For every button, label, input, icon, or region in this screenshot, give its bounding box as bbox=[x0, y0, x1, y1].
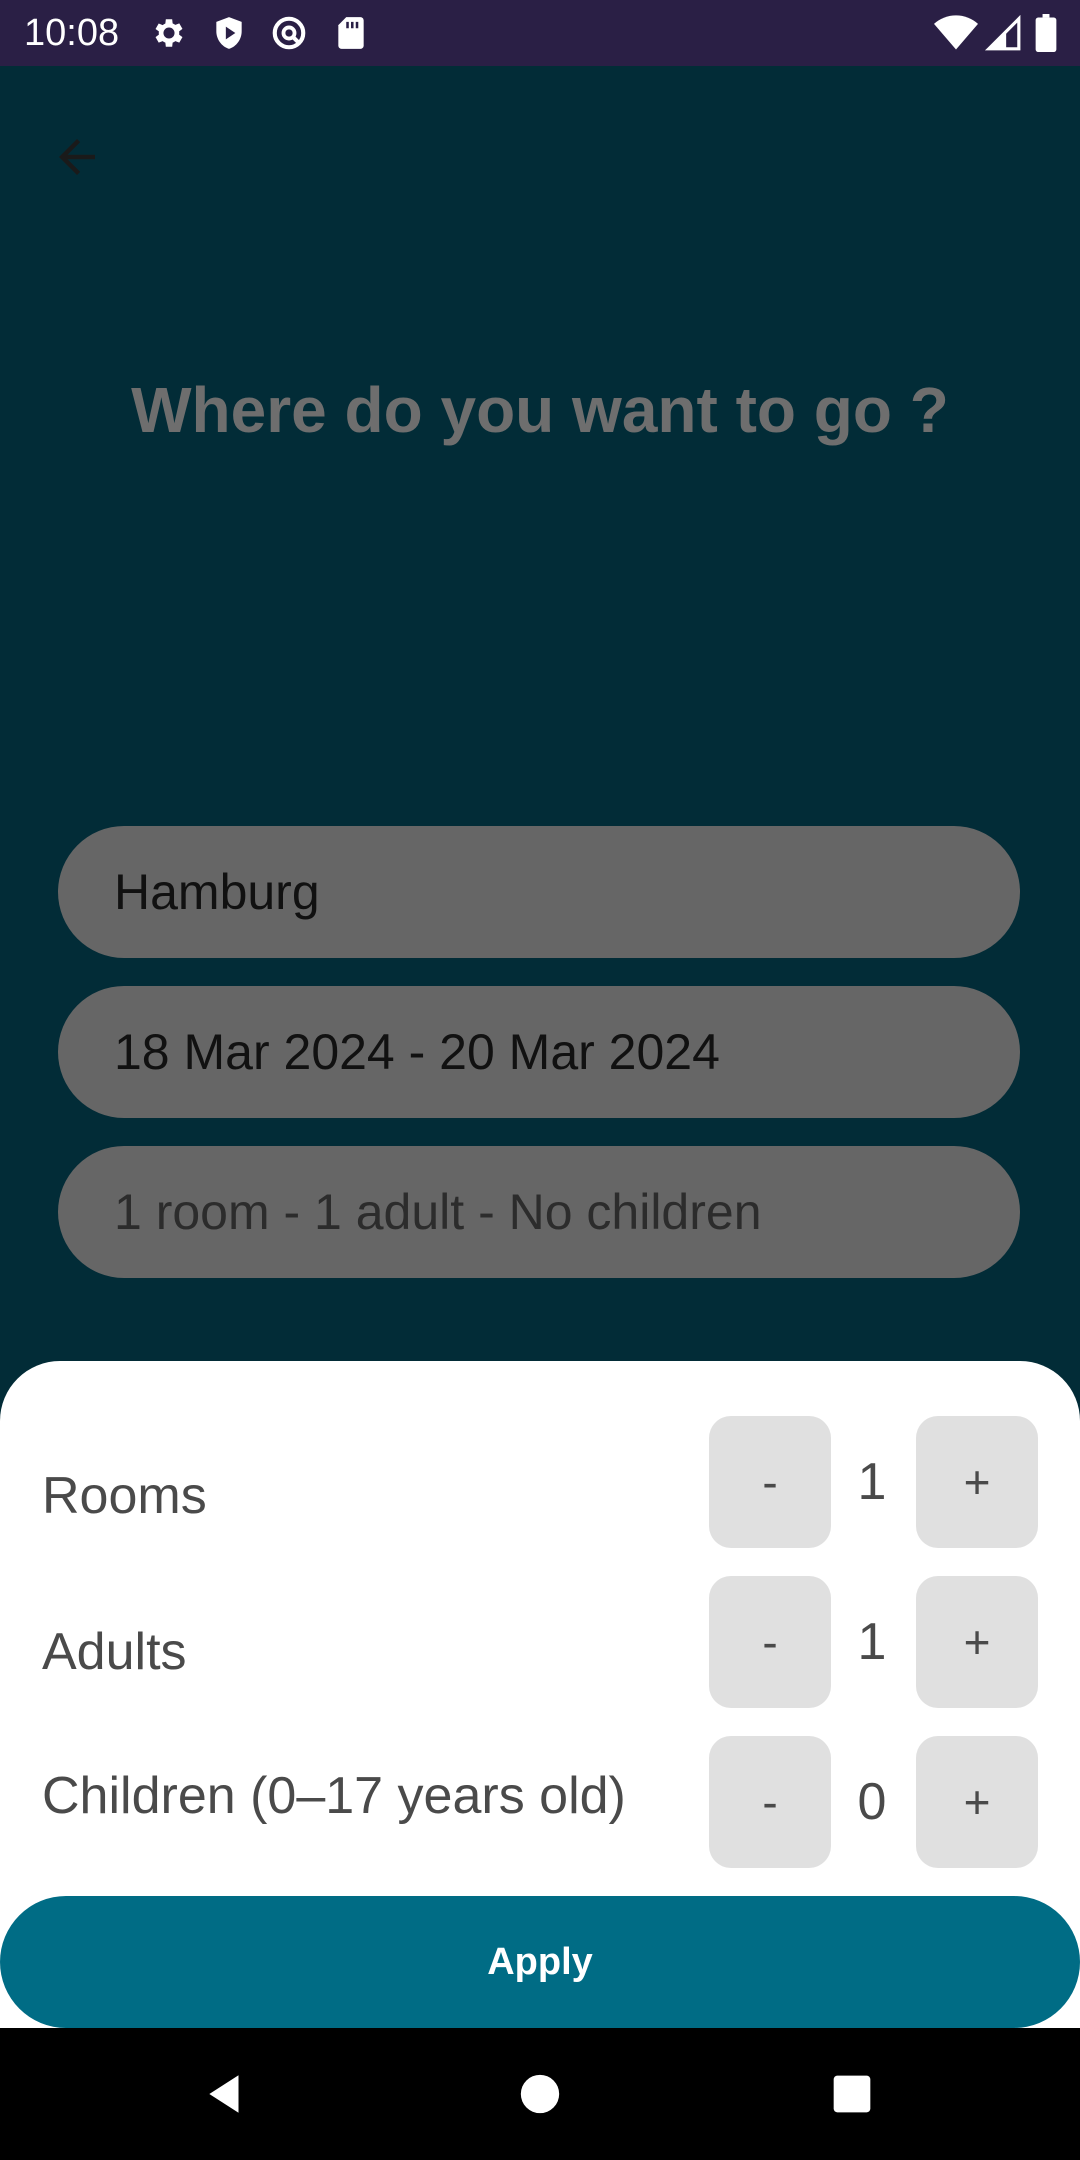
status-bar: 10:08 bbox=[0, 0, 1080, 66]
rooms-decrement-button[interactable]: - bbox=[709, 1416, 831, 1548]
rooms-value: 1 bbox=[857, 1453, 887, 1511]
occupancy-field[interactable]: 1 room - 1 adult - No children bbox=[58, 1146, 1020, 1278]
adults-decrement-button[interactable]: - bbox=[709, 1576, 831, 1708]
adults-increment-button[interactable]: + bbox=[916, 1576, 1038, 1708]
back-triangle-icon[interactable] bbox=[196, 2064, 256, 2124]
sd-card-icon bbox=[332, 14, 370, 52]
wifi-icon bbox=[934, 14, 978, 52]
screen: 10:08 Where do you want to go ? Hamburg … bbox=[0, 0, 1080, 2160]
home-circle-icon[interactable] bbox=[510, 2064, 570, 2124]
status-time: 10:08 bbox=[24, 12, 120, 54]
recents-square-icon[interactable] bbox=[822, 2064, 882, 2124]
vpn-key-icon bbox=[270, 14, 308, 52]
arrow-back-icon[interactable] bbox=[50, 130, 104, 184]
dates-field[interactable]: 18 Mar 2024 - 20 Mar 2024 bbox=[58, 986, 1020, 1118]
children-label: Children (0–17 years old) bbox=[42, 1767, 626, 1825]
rooms-increment-button[interactable]: + bbox=[916, 1416, 1038, 1548]
battery-icon bbox=[1034, 14, 1060, 53]
children-value: 0 bbox=[857, 1773, 887, 1831]
rooms-label: Rooms bbox=[42, 1467, 207, 1525]
adults-value: 1 bbox=[857, 1613, 887, 1671]
adults-label: Adults bbox=[42, 1623, 187, 1681]
apply-button[interactable]: Apply bbox=[0, 1896, 1080, 2028]
shield-icon bbox=[210, 14, 248, 52]
page-title: Where do you want to go ? bbox=[131, 374, 949, 446]
destination-field[interactable]: Hamburg bbox=[58, 826, 1020, 958]
gear-icon bbox=[150, 14, 188, 52]
children-decrement-button[interactable]: - bbox=[709, 1736, 831, 1868]
children-increment-button[interactable]: + bbox=[916, 1736, 1038, 1868]
cell-signal-icon bbox=[984, 14, 1022, 52]
system-nav-bar bbox=[0, 2028, 1080, 2160]
